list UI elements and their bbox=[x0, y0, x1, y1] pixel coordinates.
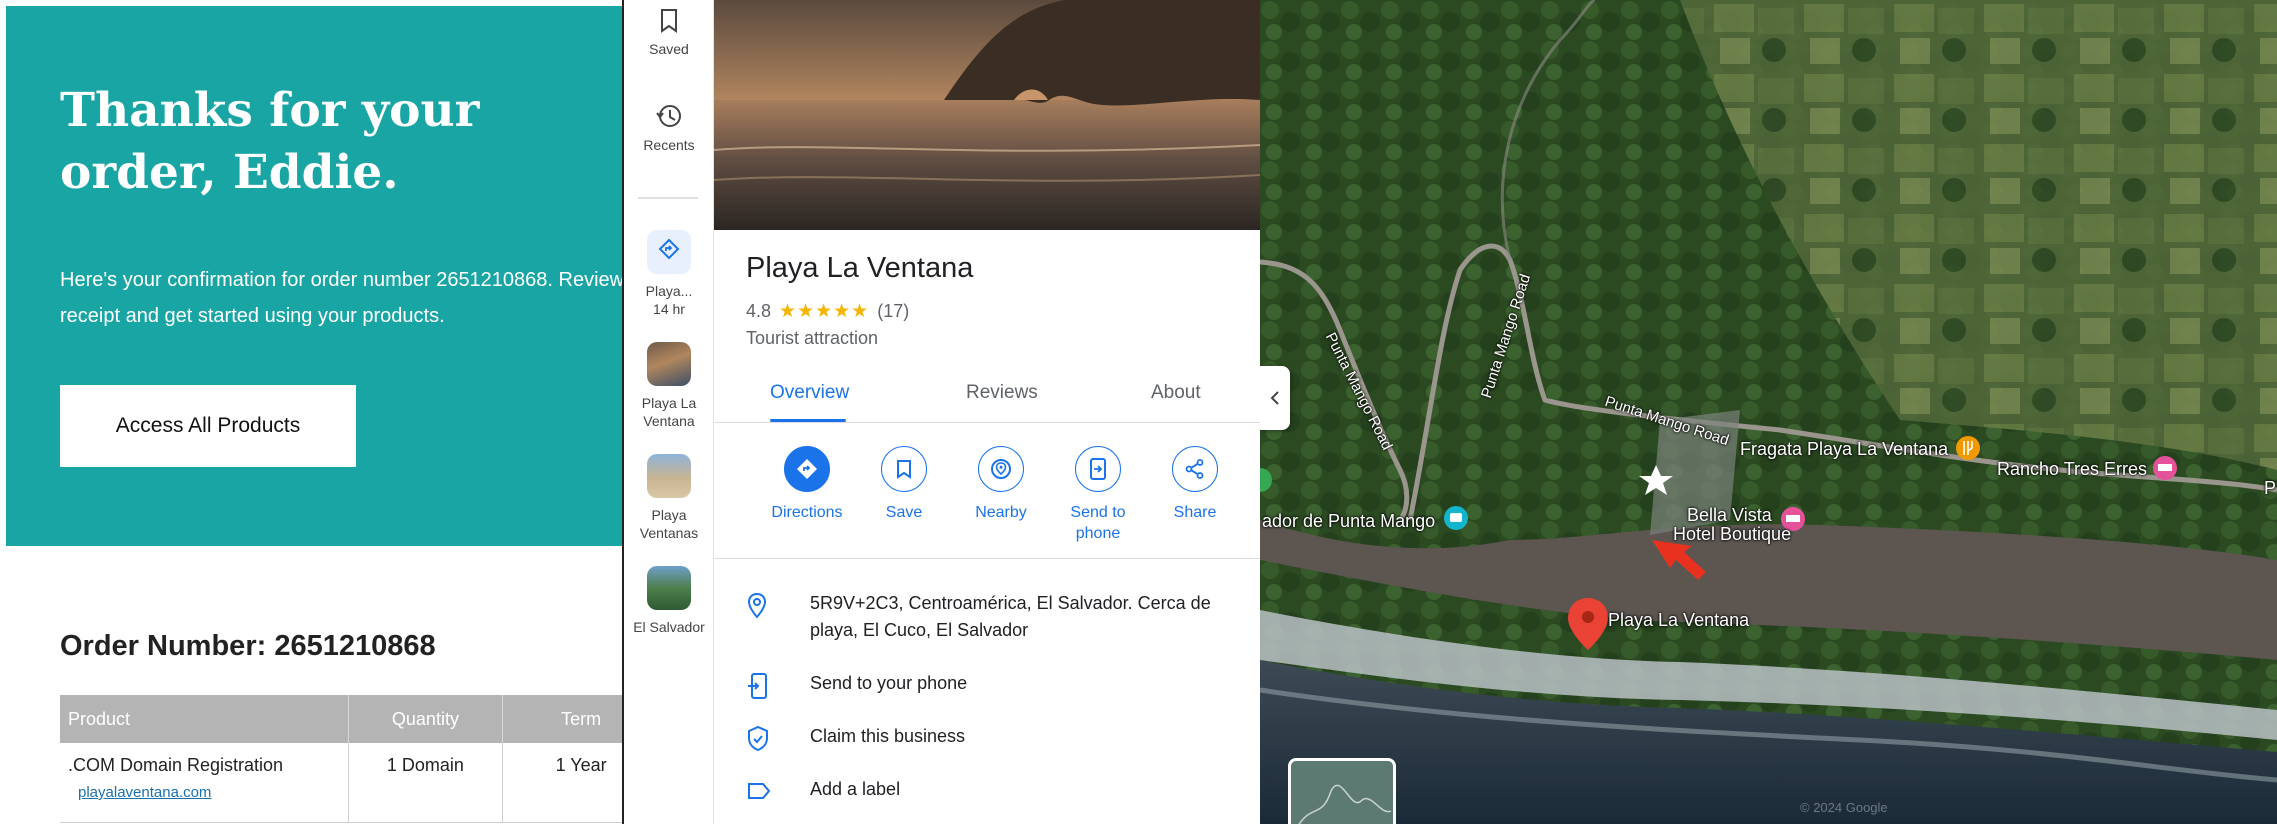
term-cell: 1 Year bbox=[502, 743, 622, 823]
location-pin-icon bbox=[747, 592, 767, 619]
tab-overview[interactable]: Overview bbox=[770, 382, 849, 404]
rail-item-el-salvador[interactable]: El Salvador bbox=[624, 566, 713, 636]
place-hero-photo[interactable] bbox=[714, 0, 1260, 230]
rail-saved[interactable]: Saved bbox=[624, 8, 713, 58]
share-button[interactable]: Share bbox=[1145, 440, 1245, 523]
directions-button[interactable]: Directions bbox=[757, 440, 857, 523]
rail-item-recent-directions[interactable]: Playa... 14 hr bbox=[624, 230, 713, 318]
place-thumbnail bbox=[647, 566, 691, 610]
rating-row[interactable]: 4.8 ★★★★★ (17) bbox=[746, 300, 909, 323]
poi-label-edge[interactable]: P bbox=[2264, 478, 2276, 499]
rating-value: 4.8 bbox=[746, 301, 772, 321]
poi-label-fragata[interactable]: Fragata Playa La Ventana bbox=[1740, 439, 1948, 460]
order-number-heading: Order Number: 2651210868 bbox=[60, 630, 436, 662]
poi-label-rancho[interactable]: Rancho Tres Erres bbox=[1997, 459, 2147, 480]
term-column-header: Term bbox=[502, 695, 622, 743]
rail-item-label: Playa... bbox=[645, 283, 693, 299]
product-cell: .COM Domain Registration playalaventana.… bbox=[60, 743, 349, 823]
star-rating-icon: ★★★★★ bbox=[779, 301, 870, 322]
rail-item-label: El Salvador bbox=[633, 619, 705, 635]
product-name: .COM Domain Registration bbox=[68, 755, 284, 775]
address-row[interactable]: 5R9V+2C3, Centroamérica, El Salvador. Ce… bbox=[714, 590, 1260, 650]
rail-item-playa-la-ventana[interactable]: Playa La Ventana bbox=[624, 342, 713, 430]
claim-business-text: Claim this business bbox=[810, 726, 966, 746]
bookmark-icon bbox=[661, 9, 677, 33]
save-button[interactable]: Save bbox=[854, 440, 954, 523]
rail-item-playa-ventanas[interactable]: Playa Ventanas bbox=[624, 454, 713, 542]
quantity-column-header: Quantity bbox=[348, 695, 504, 743]
verified-shield-icon bbox=[748, 725, 768, 752]
email-greeting: Thanks for your order, Eddie. bbox=[60, 83, 480, 200]
order-table-header: Product Quantity Term bbox=[60, 695, 622, 743]
review-count: (17) bbox=[877, 301, 910, 321]
place-thumbnail bbox=[647, 454, 691, 498]
satellite-map[interactable]: Punta Mango Road Punta Mango Road Punta … bbox=[1260, 0, 2277, 824]
quantity-cell: 1 Domain bbox=[348, 743, 504, 823]
map-copyright: © 2024 Google bbox=[1800, 800, 1888, 815]
send-to-phone-button[interactable]: Send to phone bbox=[1048, 440, 1148, 544]
action-buttons: Directions Save Nearby Send to phone Sha… bbox=[714, 440, 1260, 559]
tab-reviews[interactable]: Reviews bbox=[966, 382, 1038, 404]
rail-item-sublabel: 14 hr bbox=[653, 301, 685, 317]
bookmark-icon bbox=[881, 446, 927, 492]
history-icon bbox=[656, 105, 681, 127]
address-text: 5R9V+2C3, Centroamérica, El Salvador. Ce… bbox=[810, 593, 1211, 640]
rail-saved-label: Saved bbox=[649, 41, 689, 57]
add-label-text: Add a label bbox=[810, 779, 901, 799]
save-label: Save bbox=[885, 504, 923, 521]
claim-business-row[interactable]: Claim this business bbox=[714, 723, 1260, 753]
place-thumbnail bbox=[647, 342, 691, 386]
rail-item-label: Playa Ventanas bbox=[639, 507, 699, 541]
rail-divider bbox=[638, 197, 698, 199]
send-to-phone-label: Send to phone bbox=[1070, 504, 1126, 542]
poi-label-mirador[interactable]: ador de Punta Mango bbox=[1262, 511, 1435, 532]
send-to-phone-icon bbox=[748, 673, 767, 699]
order-confirmation-email: Thanks for your order, Eddie. Here's you… bbox=[0, 0, 622, 824]
share-icon bbox=[1172, 446, 1218, 492]
rail-recents-label: Recents bbox=[643, 137, 695, 153]
nearby-button[interactable]: Nearby bbox=[951, 440, 1051, 523]
map-layers-toggle[interactable] bbox=[1288, 758, 1396, 824]
nearby-icon bbox=[978, 446, 1024, 492]
send-to-phone-row[interactable]: Send to your phone bbox=[714, 670, 1260, 700]
send-to-phone-icon bbox=[1075, 446, 1121, 492]
rail-item-label: Playa La Ventana bbox=[641, 395, 697, 429]
email-confirmation-text: Here's your confirmation for order numbe… bbox=[60, 269, 622, 327]
chevron-left-icon bbox=[1270, 391, 1279, 405]
nearby-label: Nearby bbox=[975, 504, 1027, 521]
place-details-panel: Playa La Ventana 4.8 ★★★★★ (17) Tourist … bbox=[714, 0, 1260, 824]
directions-icon bbox=[784, 446, 830, 492]
active-tab-indicator bbox=[770, 419, 846, 422]
rail-recents[interactable]: Recents bbox=[624, 102, 713, 154]
access-all-products-button[interactable]: Access All Products bbox=[60, 385, 356, 467]
add-label-row[interactable]: Add a label bbox=[714, 776, 1260, 806]
product-column-header: Product bbox=[60, 695, 349, 743]
poi-label-hotel-boutique[interactable]: Hotel Boutique bbox=[1673, 524, 1791, 545]
send-to-phone-text: Send to your phone bbox=[810, 673, 968, 693]
directions-label: Directions bbox=[771, 504, 843, 521]
table-row: .COM Domain Registration playalaventana.… bbox=[60, 743, 622, 823]
place-pin-label[interactable]: Playa La Ventana bbox=[1608, 610, 1749, 631]
tab-about[interactable]: About bbox=[1151, 382, 1201, 404]
directions-icon bbox=[647, 230, 691, 274]
place-title: Playa La Ventana bbox=[746, 252, 974, 284]
email-hero-banner: Thanks for your order, Eddie. Here's you… bbox=[6, 6, 622, 546]
maps-side-rail: Saved Recents Playa... 14 hr Playa La Ve… bbox=[622, 0, 714, 824]
domain-link[interactable]: playalaventana.com bbox=[78, 784, 347, 801]
satellite-imagery bbox=[1260, 0, 2277, 824]
collapse-panel-button[interactable] bbox=[1260, 366, 1290, 430]
order-table: Product Quantity Term .COM Domain Regist… bbox=[60, 695, 622, 823]
label-icon bbox=[748, 783, 771, 799]
share-label: Share bbox=[1173, 504, 1217, 521]
place-category[interactable]: Tourist attraction bbox=[746, 328, 878, 349]
place-tabs: Overview Reviews About bbox=[714, 366, 1260, 423]
poi-label-bella-vista[interactable]: Bella Vista bbox=[1687, 505, 1772, 526]
